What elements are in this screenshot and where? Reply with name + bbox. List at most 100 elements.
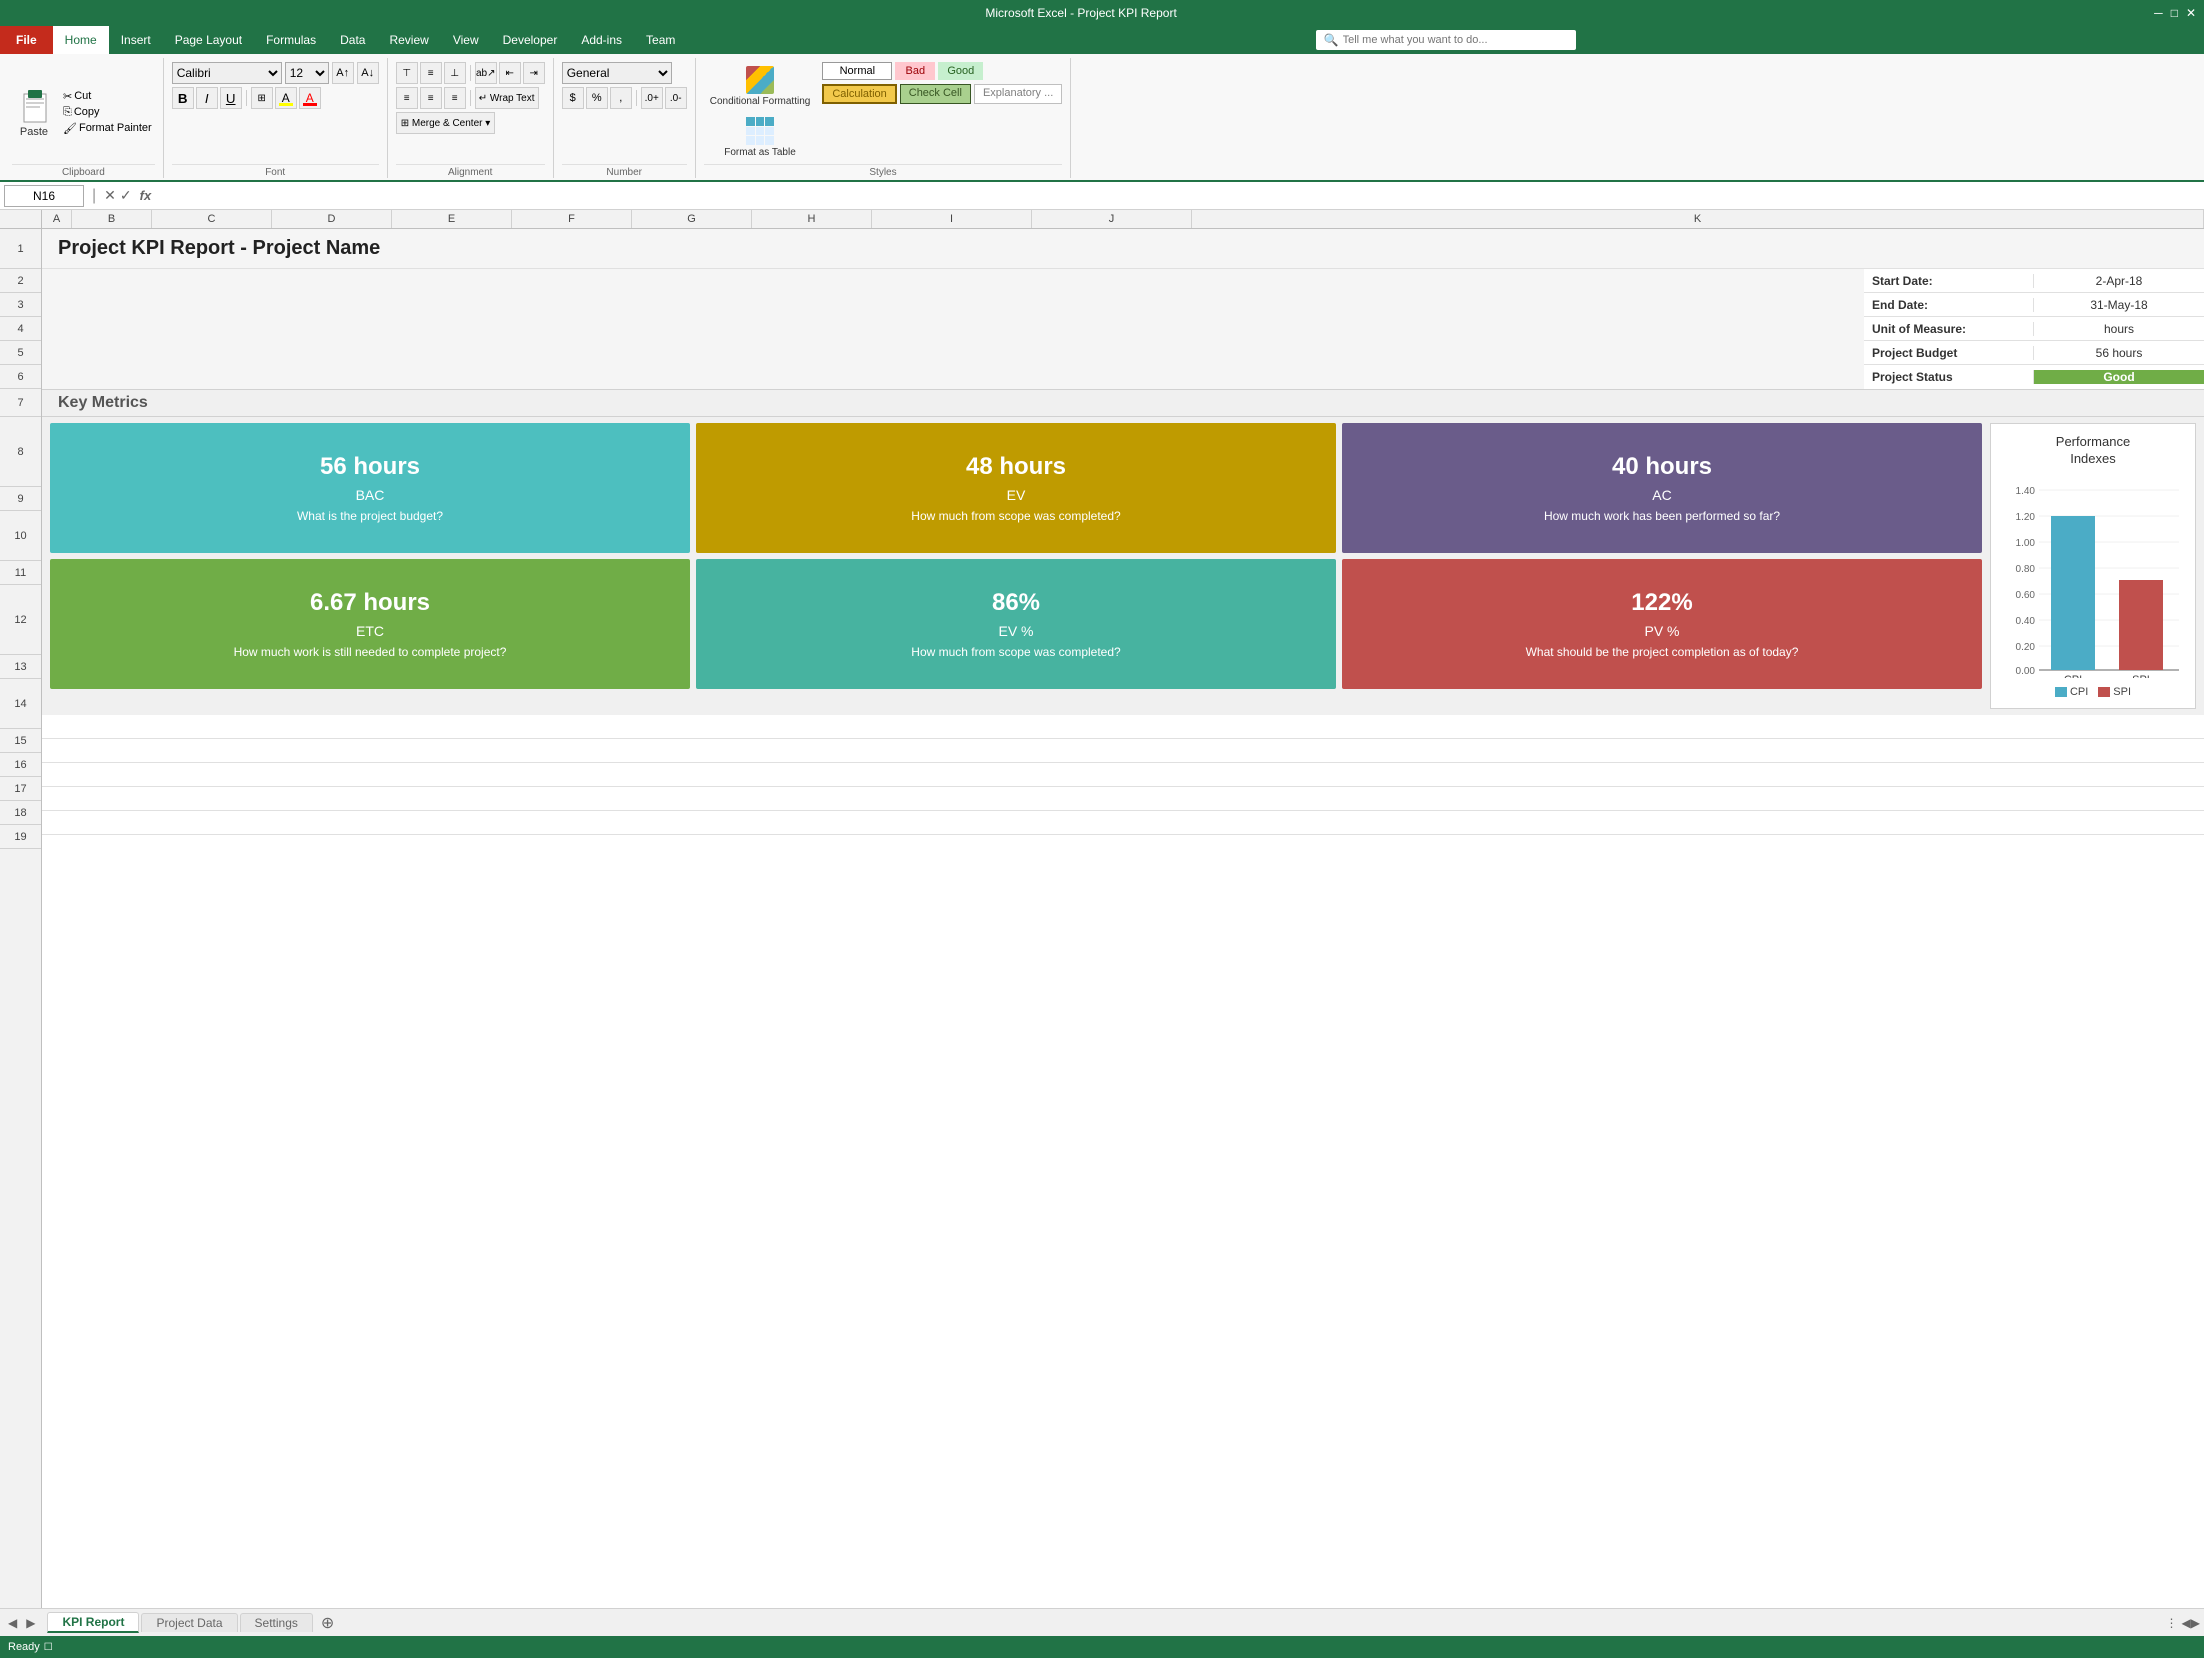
- name-box[interactable]: [4, 185, 84, 207]
- metric-ac: 40 hours AC How much work has been perfo…: [1342, 423, 1982, 553]
- indent-increase-btn[interactable]: ⇥: [523, 62, 545, 84]
- metric-etc: 6.67 hours ETC How much work is still ne…: [50, 559, 690, 689]
- align-right-btn[interactable]: ≡: [444, 87, 466, 109]
- style-bad-btn[interactable]: Bad: [895, 62, 935, 80]
- metric-ac-label: AC: [1652, 487, 1671, 503]
- horizontal-scroll-icon[interactable]: ◀▶: [2182, 1616, 2200, 1630]
- bold-button[interactable]: B: [172, 87, 194, 109]
- menu-item-view[interactable]: View: [441, 26, 491, 54]
- metric-ev-pct-value: 86%: [992, 589, 1040, 617]
- row-18[interactable]: [42, 787, 2204, 811]
- format-as-table-btn[interactable]: Format as Table: [704, 113, 817, 162]
- cells-area[interactable]: Project KPI Report - Project Name Start …: [42, 229, 2204, 1608]
- font-size-select[interactable]: 12: [285, 62, 329, 84]
- tab-project-data[interactable]: Project Data: [141, 1613, 237, 1632]
- fill-color-button[interactable]: A: [275, 87, 297, 109]
- border-button[interactable]: ⊞: [251, 87, 273, 109]
- confirm-icon[interactable]: ✓: [120, 187, 132, 204]
- font-color-button[interactable]: A: [299, 87, 321, 109]
- decrease-font-btn[interactable]: A↓: [357, 62, 379, 84]
- indent-decrease-btn[interactable]: ⇤: [499, 62, 521, 84]
- menu-item-home[interactable]: Home: [53, 26, 109, 54]
- file-menu-btn[interactable]: File: [0, 26, 53, 54]
- row-19[interactable]: [42, 811, 2204, 835]
- paste-button[interactable]: Paste: [12, 78, 56, 142]
- align-center-btn[interactable]: ≡: [420, 87, 442, 109]
- close-btn[interactable]: ✕: [2186, 6, 2196, 20]
- text-orientation-btn[interactable]: ab↗: [475, 62, 497, 84]
- metric-ev-pct: 86% EV % How much from scope was complet…: [696, 559, 1336, 689]
- italic-button[interactable]: I: [196, 87, 218, 109]
- row-header-10: 10: [0, 511, 41, 561]
- number-format-select[interactable]: General: [562, 62, 672, 84]
- align-left-btn[interactable]: ≡: [396, 87, 418, 109]
- alignment-group-label: Alignment: [396, 164, 545, 178]
- number-group-label: Number: [562, 164, 687, 178]
- row-16[interactable]: [42, 739, 2204, 763]
- restore-btn[interactable]: □: [2171, 6, 2178, 20]
- align-middle-btn[interactable]: ≡: [420, 62, 442, 84]
- merge-center-btn[interactable]: ⊞ Merge & Center ▾: [396, 112, 496, 134]
- svg-text:1.20: 1.20: [2016, 512, 2036, 523]
- align-bottom-btn[interactable]: ⊥: [444, 62, 466, 84]
- style-normal-btn[interactable]: Normal: [822, 62, 892, 80]
- formula-input[interactable]: [159, 185, 2200, 207]
- menu-item-formulas[interactable]: Formulas: [254, 26, 328, 54]
- scroll-tabs-right-icon[interactable]: ⋮: [2166, 1616, 2178, 1630]
- styles-group: Conditional Formatting Format as Table: [696, 58, 1072, 178]
- row-header-8: 8: [0, 417, 41, 487]
- cut-button[interactable]: ✂ ✂ Cut Cut: [60, 89, 155, 104]
- title-bar-text: Microsoft Excel - Project KPI Report: [8, 6, 2154, 20]
- styles-group-label: Styles: [704, 164, 1063, 178]
- increase-font-btn[interactable]: A↑: [332, 62, 354, 84]
- menu-item-developer[interactable]: Developer: [491, 26, 570, 54]
- minimize-btn[interactable]: ─: [2154, 6, 2163, 20]
- row-15[interactable]: [42, 715, 2204, 739]
- chart-legend: CPI SPI: [2055, 686, 2131, 698]
- style-calculation-btn[interactable]: Calculation: [822, 84, 896, 104]
- menu-item-insert[interactable]: Insert: [109, 26, 163, 54]
- search-input[interactable]: [1343, 34, 1568, 46]
- metric-etc-desc: How much work is still needed to complet…: [234, 645, 507, 659]
- row-header-12: 12: [0, 585, 41, 655]
- row-header-9: 9: [0, 487, 41, 511]
- scroll-left-icon[interactable]: ◀: [4, 1616, 21, 1630]
- tab-settings[interactable]: Settings: [240, 1613, 313, 1632]
- increase-decimal-btn[interactable]: .0+: [641, 87, 663, 109]
- conditional-formatting-btn[interactable]: Conditional Formatting: [704, 62, 817, 111]
- menu-item-team[interactable]: Team: [634, 26, 687, 54]
- comma-btn[interactable]: ,: [610, 87, 632, 109]
- metric-ev-pct-desc: How much from scope was completed?: [911, 645, 1120, 659]
- metric-pv-pct-desc: What should be the project completion as…: [1526, 645, 1799, 659]
- tab-kpi-report[interactable]: KPI Report: [47, 1612, 139, 1633]
- scroll-right-icon[interactable]: ▶: [22, 1616, 39, 1630]
- search-icon: 🔍: [1324, 33, 1339, 47]
- align-top-btn[interactable]: ⊤: [396, 62, 418, 84]
- menu-item-page-layout[interactable]: Page Layout: [163, 26, 254, 54]
- cancel-icon[interactable]: ✕: [104, 187, 116, 204]
- add-sheet-btn[interactable]: ⊕: [315, 1613, 340, 1633]
- row-header-5: 5: [0, 341, 41, 365]
- decrease-decimal-btn[interactable]: .0-: [665, 87, 687, 109]
- style-good-btn[interactable]: Good: [938, 62, 983, 80]
- underline-button[interactable]: U: [220, 87, 242, 109]
- svg-text:0.60: 0.60: [2016, 590, 2036, 601]
- menu-item-addins[interactable]: Add-ins: [569, 26, 634, 54]
- function-icon[interactable]: fx: [140, 188, 152, 203]
- row-17[interactable]: [42, 763, 2204, 787]
- menu-item-review[interactable]: Review: [377, 26, 440, 54]
- wrap-text-btn[interactable]: ↵ Wrap Text: [475, 87, 539, 109]
- currency-btn[interactable]: $: [562, 87, 584, 109]
- percent-btn[interactable]: %: [586, 87, 608, 109]
- start-date-value: 2-Apr-18: [2034, 274, 2204, 288]
- metric-bac-desc: What is the project budget?: [297, 509, 443, 523]
- svg-text:0.00: 0.00: [2016, 666, 2036, 677]
- style-explanatory-btn[interactable]: Explanatory ...: [974, 84, 1062, 104]
- menu-item-data[interactable]: Data: [328, 26, 377, 54]
- style-check-cell-btn[interactable]: Check Cell: [900, 84, 971, 104]
- corner-cell: [0, 210, 42, 228]
- font-family-select[interactable]: Calibri: [172, 62, 282, 84]
- copy-button[interactable]: ⎘ Copy: [60, 105, 155, 120]
- format-painter-button[interactable]: 🖌 Format Painter: [60, 121, 155, 136]
- format-painter-icon: 🖌: [63, 122, 77, 135]
